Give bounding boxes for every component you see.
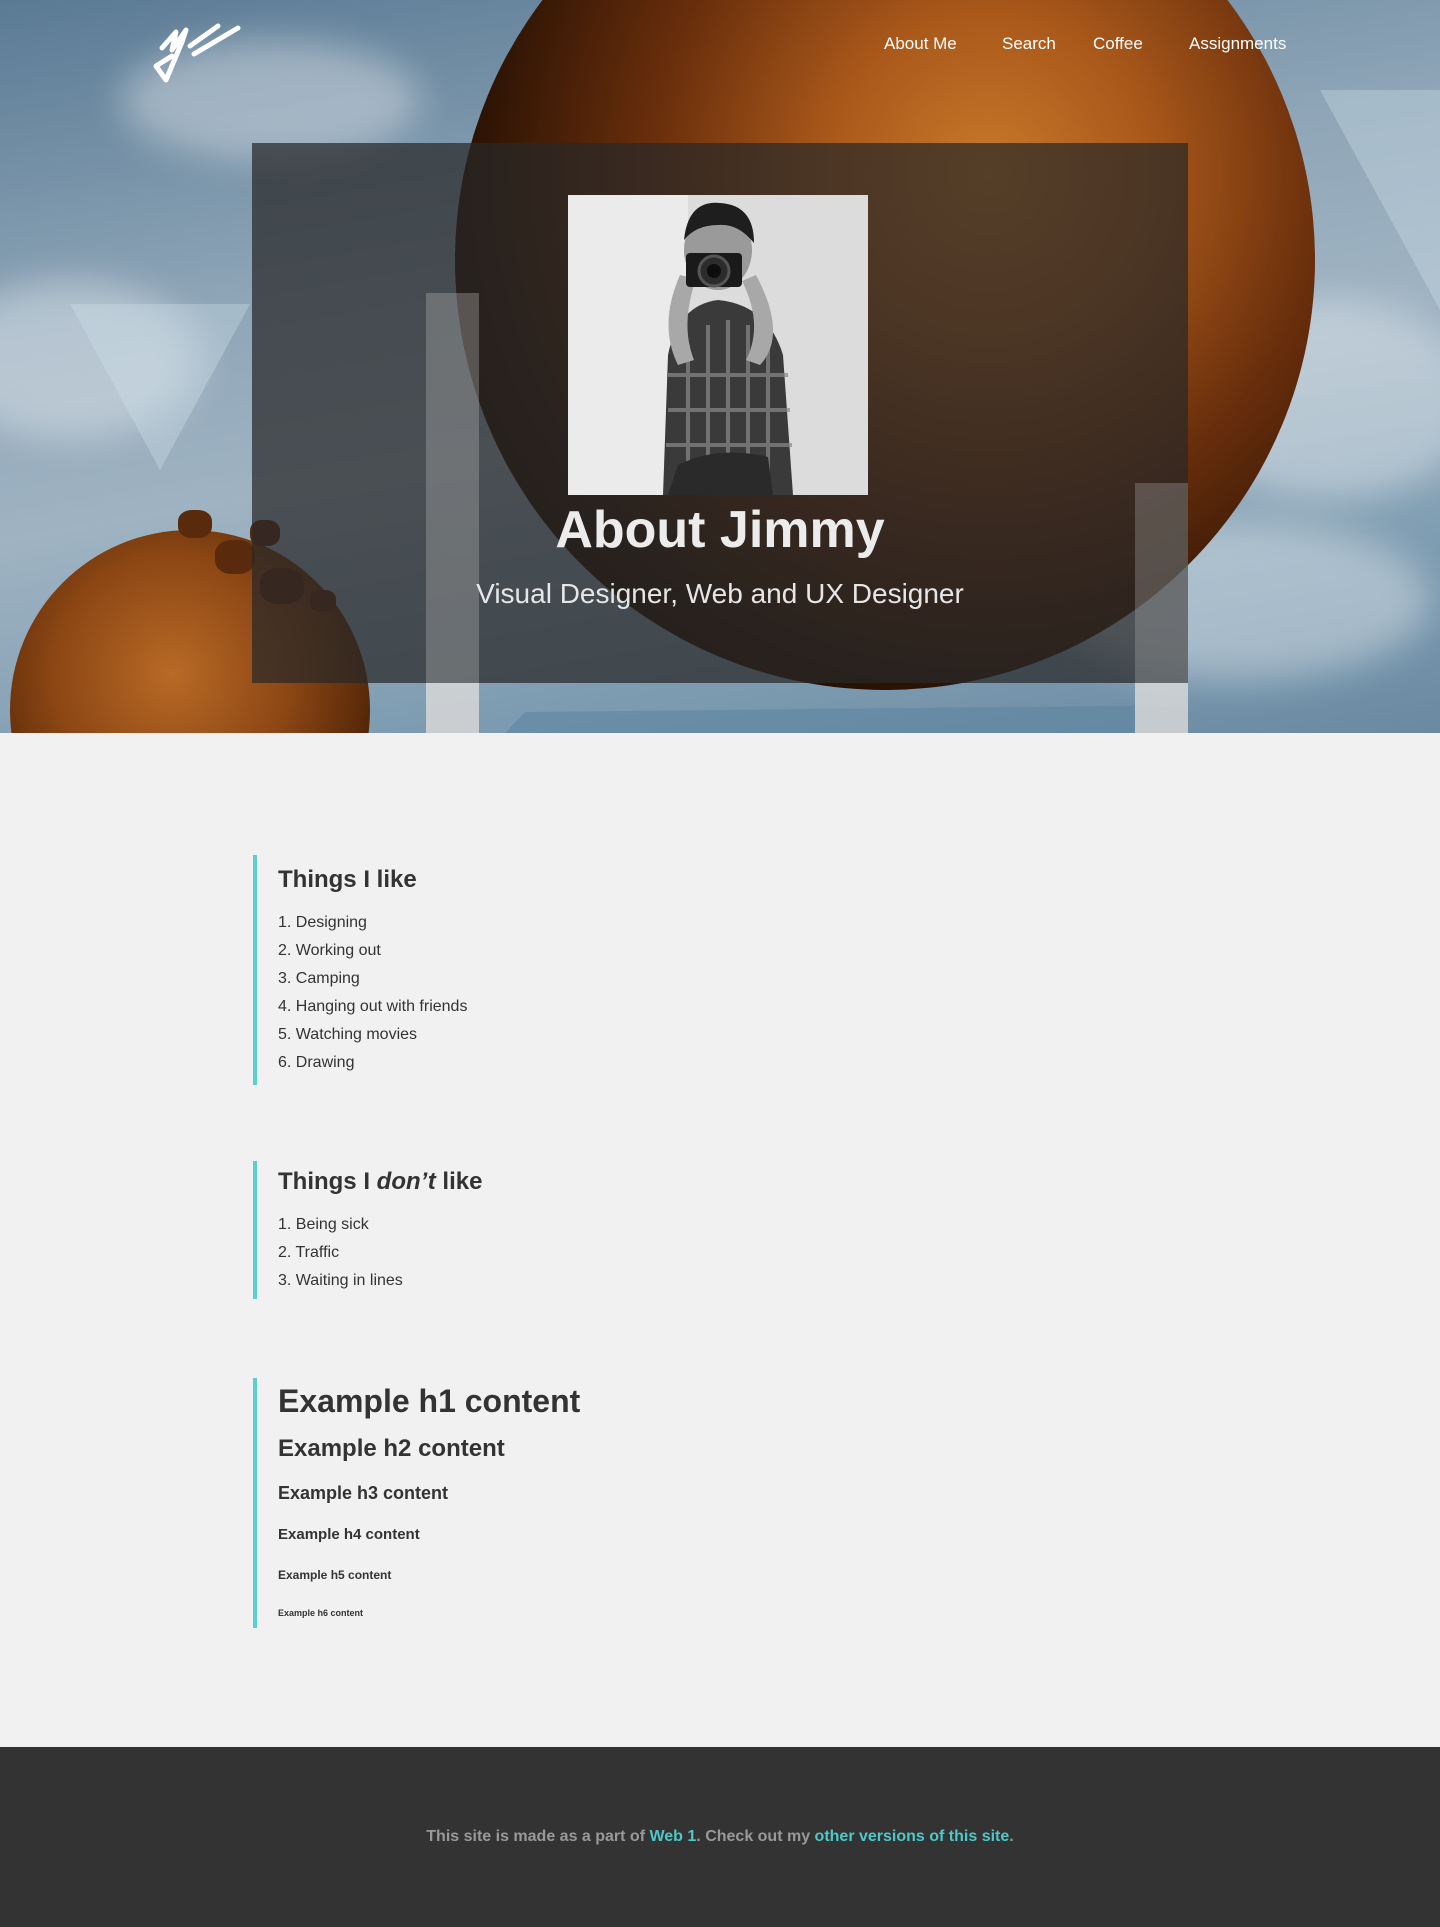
- likes-section: Things I like 1. Designing 2. Working ou…: [253, 855, 467, 1085]
- example-h3: Example h3 content: [278, 1483, 449, 1503]
- page-subtitle: Visual Designer, Web and UX Designer: [476, 578, 964, 609]
- footer-text-part: . Check out my: [696, 1828, 815, 1845]
- heading-examples-section: Example h1 content Example h2 content Ex…: [253, 1378, 580, 1628]
- dislikes-heading-suffix: like: [435, 1168, 483, 1195]
- dislikes-heading-emphasis: don’t: [376, 1168, 436, 1195]
- list-item: 2. Working out: [278, 942, 381, 959]
- profile-photo: [568, 195, 868, 495]
- nav-search[interactable]: Search: [1002, 30, 1056, 58]
- footer-text: This site is made as a part of Web 1. Ch…: [0, 1826, 1440, 1848]
- main-nav: About Me Search Coffee Assignments: [0, 30, 1440, 60]
- dislikes-list: 1. Being sick 2. Traffic 3. Waiting in l…: [278, 1211, 482, 1295]
- web1-link[interactable]: Web 1: [649, 1828, 696, 1845]
- dislikes-section: Things I don’t like 1. Being sick 2. Tra…: [253, 1161, 482, 1299]
- site-footer: This site is made as a part of Web 1. Ch…: [0, 1747, 1440, 1927]
- footer-text-part: This site is made as a part of: [426, 1828, 650, 1845]
- pillar: [426, 293, 479, 683]
- list-item: 1. Being sick: [278, 1216, 369, 1233]
- likes-heading: Things I like: [278, 866, 417, 893]
- list-item: 3. Camping: [278, 970, 360, 987]
- other-versions-link[interactable]: other versions of this site: [815, 1828, 1010, 1845]
- list-item: 5. Watching movies: [278, 1026, 418, 1043]
- pillar: [1135, 683, 1188, 733]
- example-h6: Example h6 content: [278, 1608, 364, 1618]
- photographer-image: [568, 195, 868, 495]
- nav-about-me[interactable]: About Me: [884, 30, 957, 58]
- footer-text-part: .: [1009, 1828, 1014, 1845]
- nav-assignments[interactable]: Assignments: [1189, 30, 1286, 58]
- likes-list: 1. Designing 2. Working out 3. Camping 4…: [278, 909, 467, 1077]
- example-h4: Example h4 content: [278, 1526, 420, 1543]
- example-h2: Example h2 content: [278, 1435, 505, 1462]
- list-item: 1. Designing: [278, 914, 367, 931]
- list-item: 2. Traffic: [278, 1244, 340, 1261]
- nav-coffee[interactable]: Coffee: [1093, 30, 1143, 58]
- dislikes-heading: Things I don’t like: [278, 1165, 482, 1199]
- list-item: 4. Hanging out with friends: [278, 998, 468, 1015]
- example-h5: Example h5 content: [278, 1568, 392, 1582]
- dislikes-heading-prefix: Things I: [278, 1168, 377, 1195]
- hero-banner: About Me Search Coffee Assignments About…: [0, 0, 1440, 733]
- pillar: [426, 683, 479, 733]
- list-item: 6. Drawing: [278, 1054, 355, 1071]
- list-item: 3. Waiting in lines: [278, 1272, 403, 1289]
- example-h1: Example h1 content: [278, 1383, 581, 1419]
- page-title: About Jimmy: [555, 501, 885, 559]
